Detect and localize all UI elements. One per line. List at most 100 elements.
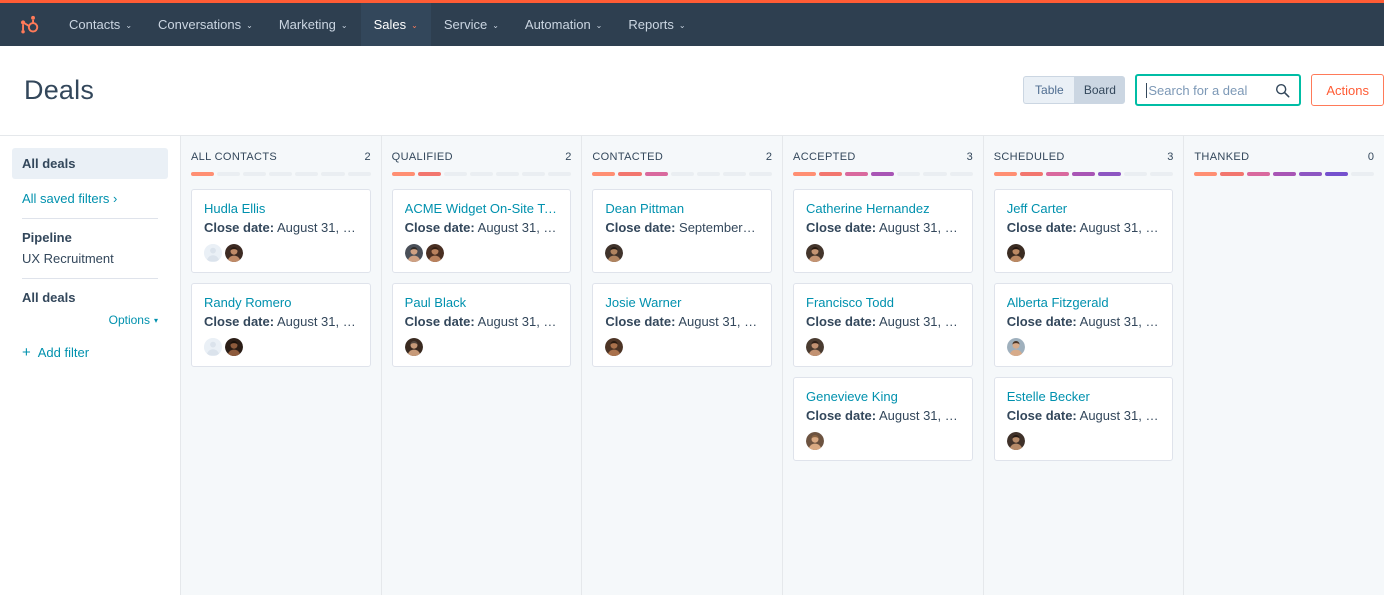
- add-filter-label: Add filter: [38, 345, 89, 360]
- actions-button[interactable]: Actions: [1311, 74, 1384, 106]
- avatar[interactable]: [405, 244, 423, 262]
- search-input[interactable]: Search for a deal: [1135, 74, 1301, 106]
- close-date-value: August 31, 2019: [876, 408, 960, 423]
- page-body: All deals All saved filters › Pipeline U…: [0, 136, 1384, 595]
- deal-card[interactable]: Paul Black Close date: August 31, 2019: [392, 283, 572, 367]
- chevron-down-icon: ⌄: [596, 21, 603, 30]
- add-filter-button[interactable]: + Add filter: [12, 327, 168, 360]
- progress-segment: [496, 172, 519, 176]
- avatar[interactable]: [225, 244, 243, 262]
- close-date-label: Close date:: [1007, 314, 1077, 329]
- sidebar-link-all-saved-filters[interactable]: All saved filters ›: [12, 179, 168, 216]
- nav-item-marketing[interactable]: Marketing ⌄: [266, 3, 361, 46]
- deal-name-link[interactable]: Paul Black: [405, 295, 559, 310]
- deal-name-link[interactable]: Josie Warner: [605, 295, 759, 310]
- deal-name-link[interactable]: Catherine Hernandez: [806, 201, 960, 216]
- close-date-value: August 31, 2019: [1077, 314, 1161, 329]
- tab-table-view[interactable]: Table: [1023, 76, 1074, 104]
- sidebar-item-all-deals[interactable]: All deals: [12, 148, 168, 179]
- deal-card[interactable]: Josie WarnerClose date: August 31, 2019: [592, 283, 772, 367]
- deal-card[interactable]: Francisco ToddClose date: August 31, 201…: [793, 283, 973, 367]
- nav-label: Reports: [628, 17, 674, 32]
- deal-card[interactable]: Alberta Fitzgerald Close date: August 31,…: [994, 283, 1174, 367]
- deal-card[interactable]: ACME Widget On-Site TestingClose date: A…: [392, 189, 572, 273]
- progress-segment: [845, 172, 868, 176]
- deal-card[interactable]: Randy RomeroClose date: August 31, 2019: [191, 283, 371, 367]
- avatar[interactable]: [204, 244, 222, 262]
- nav-label: Contacts: [69, 17, 120, 32]
- avatar-group: [1007, 244, 1161, 262]
- close-date-label: Close date:: [405, 314, 475, 329]
- avatar[interactable]: [605, 244, 623, 262]
- deals-board: ALL CONTACTS2Hudla EllisClose date: Augu…: [181, 136, 1384, 595]
- nav-label: Sales: [374, 17, 407, 32]
- deal-name-link[interactable]: Genevieve King: [806, 389, 960, 404]
- nav-item-reports[interactable]: Reports ⌄: [615, 3, 698, 46]
- column-title: QUALIFIED: [392, 151, 453, 163]
- column-card-list: Catherine Hernandez Close date: August 31…: [783, 189, 983, 595]
- pipeline-value[interactable]: UX Recruitment: [22, 251, 158, 266]
- deal-name-link[interactable]: Alberta Fitzgerald: [1007, 295, 1161, 310]
- deal-name-link[interactable]: ACME Widget On-Site Testing: [405, 201, 559, 216]
- progress-segment: [1020, 172, 1043, 176]
- column-card-list: [1184, 189, 1384, 595]
- board-column: SCHEDULED3Jeff CarterClose date: August …: [984, 136, 1185, 595]
- deal-name-link[interactable]: Hudla Ellis: [204, 201, 358, 216]
- avatar-group: [204, 338, 358, 356]
- close-date-value: August 31, 2019: [475, 314, 559, 329]
- close-date-value: September 20, 2…: [675, 220, 759, 235]
- close-date-label: Close date:: [806, 220, 876, 235]
- progress-segment: [1325, 172, 1348, 176]
- nav-item-sales[interactable]: Sales ⌄: [361, 3, 431, 46]
- deal-close-date: Close date: September 20, 2…: [605, 220, 759, 235]
- progress-segment: [950, 172, 973, 176]
- avatar[interactable]: [225, 338, 243, 356]
- avatar[interactable]: [204, 338, 222, 356]
- avatar[interactable]: [806, 244, 824, 262]
- avatar-group: [1007, 432, 1161, 450]
- column-header-row: SCHEDULED3: [994, 151, 1174, 163]
- nav-item-contacts[interactable]: Contacts ⌄: [56, 3, 145, 46]
- nav-label: Conversations: [158, 17, 241, 32]
- deal-card[interactable]: Jeff CarterClose date: August 31, 2019: [994, 189, 1174, 273]
- chevron-down-icon: ⌄: [679, 21, 686, 30]
- nav-item-automation[interactable]: Automation ⌄: [512, 3, 615, 46]
- deal-card[interactable]: Dean Pittman Close date: September 20, 2…: [592, 189, 772, 273]
- avatar[interactable]: [806, 432, 824, 450]
- progress-segment: [923, 172, 946, 176]
- options-label: Options: [109, 313, 150, 327]
- nav-item-conversations[interactable]: Conversations ⌄: [145, 3, 266, 46]
- avatar[interactable]: [426, 244, 444, 262]
- progress-segment: [819, 172, 842, 176]
- deal-name-link[interactable]: Jeff Carter: [1007, 201, 1161, 216]
- progress-segment: [1124, 172, 1147, 176]
- progress-segment: [470, 172, 493, 176]
- avatar[interactable]: [1007, 338, 1025, 356]
- column-count: 0: [1368, 151, 1374, 163]
- tab-board-view[interactable]: Board: [1074, 76, 1125, 104]
- deal-name-link[interactable]: Estelle Becker: [1007, 389, 1161, 404]
- avatar[interactable]: [405, 338, 423, 356]
- deal-name-link[interactable]: Francisco Todd: [806, 295, 960, 310]
- deal-name-link[interactable]: Randy Romero: [204, 295, 358, 310]
- hubspot-logo-link[interactable]: [0, 3, 56, 46]
- column-header-row: THANKED0: [1194, 151, 1374, 163]
- progress-segment: [671, 172, 694, 176]
- deal-card[interactable]: Genevieve KingClose date: August 31, 201…: [793, 377, 973, 461]
- deal-name-link[interactable]: Dean Pittman: [605, 201, 759, 216]
- options-dropdown[interactable]: Options ▾: [109, 313, 158, 327]
- avatar[interactable]: [1007, 244, 1025, 262]
- chevron-down-icon: ⌄: [341, 21, 348, 30]
- avatar[interactable]: [806, 338, 824, 356]
- deal-card[interactable]: Catherine HernandezClose date: August 31…: [793, 189, 973, 273]
- chevron-down-icon: ⌄: [411, 21, 418, 30]
- stage-progress-bar: [592, 172, 772, 189]
- avatar[interactable]: [1007, 432, 1025, 450]
- nav-item-service[interactable]: Service ⌄: [431, 3, 512, 46]
- close-date-value: August 31, 2019: [1077, 220, 1161, 235]
- close-date-value: August 31, 2019: [274, 314, 358, 329]
- deal-card[interactable]: Estelle BeckerClose date: August 31, 201…: [994, 377, 1174, 461]
- deal-card[interactable]: Hudla EllisClose date: August 31, 2019: [191, 189, 371, 273]
- avatar[interactable]: [605, 338, 623, 356]
- column-count: 3: [967, 151, 973, 163]
